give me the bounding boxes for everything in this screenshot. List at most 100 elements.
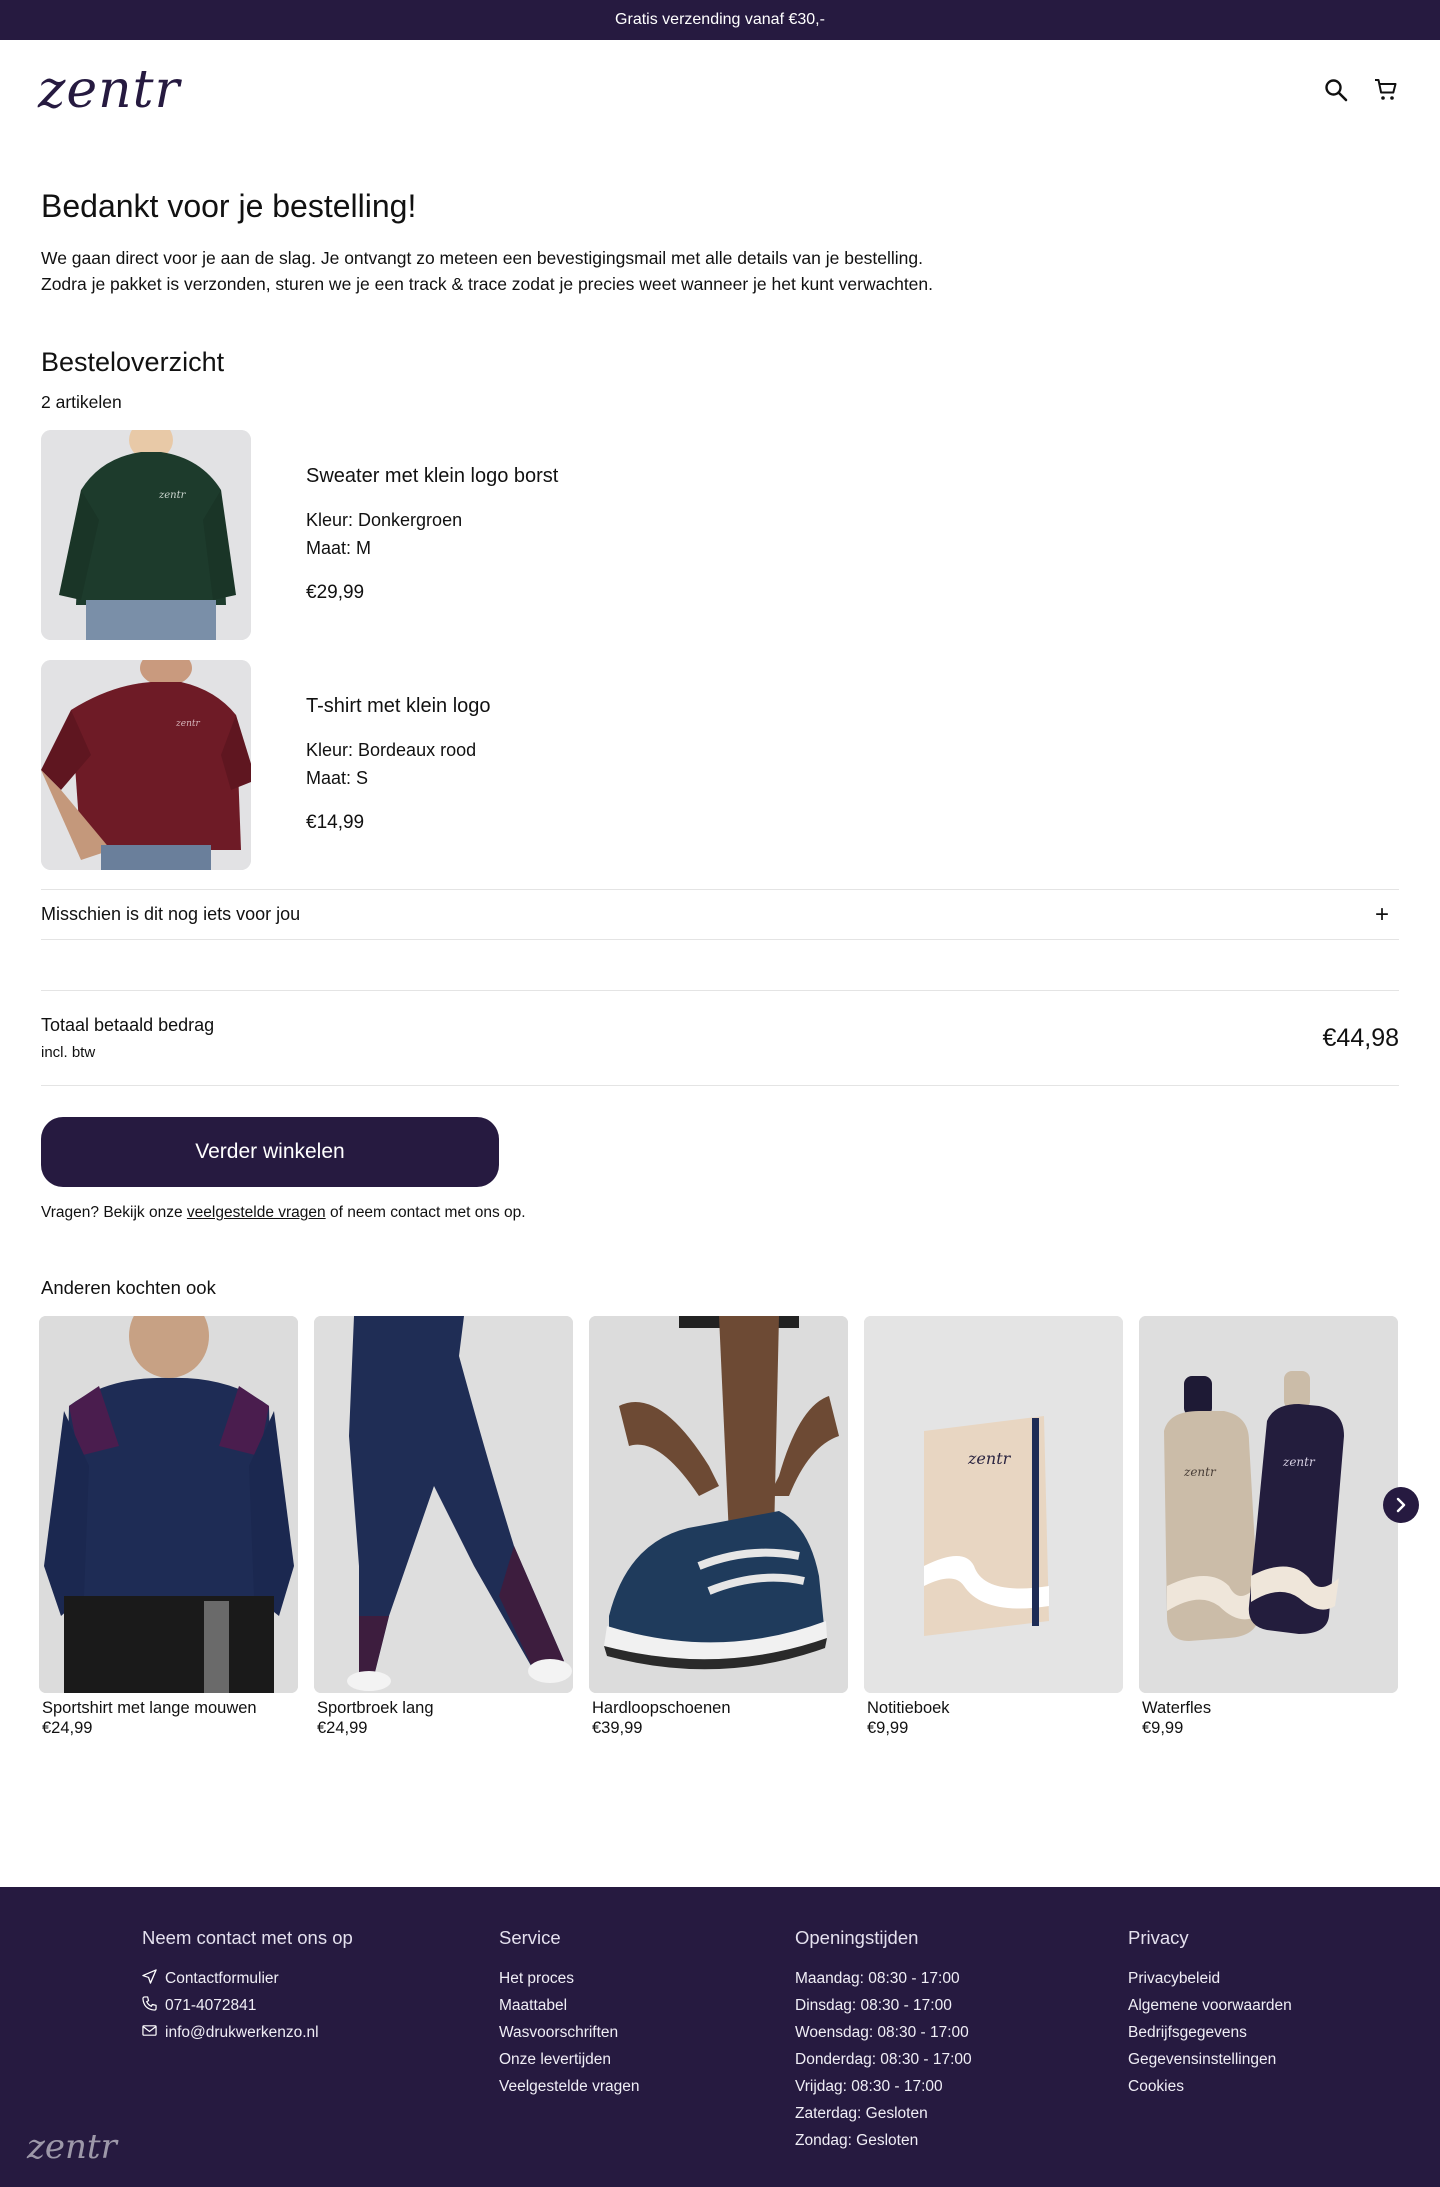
item-size: Maat: S xyxy=(306,768,369,788)
sweater-image: zentr xyxy=(41,429,251,640)
item-color: Kleur: Bordeaux rood xyxy=(306,740,477,760)
faq-text: Vragen? Bekijk onze veelgestelde vragen … xyxy=(41,1204,1399,1222)
product-image[interactable]: zentr xyxy=(864,1316,1123,1693)
footer-link[interactable]: Veelgestelde vragen xyxy=(499,2077,639,2104)
item-color: Kleur: Donkergroen xyxy=(306,510,463,530)
phone-icon xyxy=(142,1996,157,2011)
bottle-logo-text: zentr xyxy=(1282,1455,1316,1469)
footer-email[interactable]: info@drukwerkenzo.nl xyxy=(142,2023,353,2050)
total-label: Totaal betaald bedrag xyxy=(41,1015,215,1035)
recommendations-carousel: Sportshirt met lange mouwen €24,99 Sport… xyxy=(39,1316,1419,1738)
footer-contact-form[interactable]: Contactformulier xyxy=(142,1969,353,1996)
site-logo[interactable]: zentr xyxy=(38,64,180,116)
chevron-right-icon xyxy=(1396,1497,1406,1513)
product-card[interactable]: Sportbroek lang €24,99 xyxy=(314,1316,573,1738)
product-image[interactable] xyxy=(589,1316,848,1693)
product-price: €24,99 xyxy=(42,1719,93,1737)
footer-contact-title: Neem contact met ons op xyxy=(142,1927,353,1948)
product-price: €24,99 xyxy=(317,1719,368,1737)
footer-privacy-title: Privacy xyxy=(1128,1927,1189,1948)
cart-icon[interactable] xyxy=(1372,76,1400,104)
footer-link[interactable]: Het proces xyxy=(499,1969,639,1996)
sweater-logo-text: zentr xyxy=(158,490,187,501)
product-price: €39,99 xyxy=(592,1719,643,1737)
opening-hours-row: Donderdag: 08:30 - 17:00 xyxy=(795,2051,972,2068)
carousel-next-button[interactable] xyxy=(1383,1487,1419,1523)
order-item: zentr T-shirt met klein logo Kleur: Bord… xyxy=(41,659,1399,870)
continue-shopping-button[interactable]: Verder winkelen xyxy=(41,1117,499,1187)
faq-link[interactable]: veelgestelde vragen xyxy=(187,1204,326,1221)
faq-suffix: of neem contact met ons op. xyxy=(325,1204,526,1221)
contact-form-label[interactable]: Contactformulier xyxy=(165,1969,279,1989)
opening-hours-row: Zaterdag: Gesloten xyxy=(795,2105,928,2122)
announcement-text: Gratis verzending vanaf €30,- xyxy=(615,11,825,28)
footer-link[interactable]: Algemene voorwaarden xyxy=(1128,1996,1292,2023)
item-name: Sweater met klein logo borst xyxy=(306,465,559,487)
tshirt-image: zentr xyxy=(41,659,251,870)
item-details: T-shirt met klein logo Kleur: Bordeaux r… xyxy=(306,695,491,834)
total-amount: €44,98 xyxy=(1322,1023,1399,1052)
search-icon[interactable] xyxy=(1322,76,1350,104)
site-footer: Neem contact met ons op Contactformulier… xyxy=(0,1887,1440,2187)
bottle-logo-text: zentr xyxy=(1183,1465,1217,1479)
footer-hours: Openingstijden Maandag: 08:30 - 17:00 Di… xyxy=(795,1927,972,2158)
footer-link[interactable]: Gegevensinstellingen xyxy=(1128,2050,1292,2077)
accordion-label: Misschien is dit nog iets voor jou xyxy=(41,904,301,924)
footer-link[interactable]: Wasvoorschriften xyxy=(499,2023,639,2050)
product-card[interactable]: zentr zentr Waterfles €9,99 xyxy=(1139,1316,1398,1738)
upsell-accordion[interactable]: Misschien is dit nog iets voor jou + xyxy=(41,889,1399,940)
product-name: Waterfles xyxy=(1142,1699,1212,1717)
page-title: Bedankt voor je bestelling! xyxy=(41,188,417,224)
plus-icon[interactable]: + xyxy=(1375,902,1389,927)
product-name: Sportbroek lang xyxy=(317,1699,434,1717)
confirmation-text-2: Zodra je pakket is verzonden, sturen we … xyxy=(41,274,934,294)
site-header: zentr xyxy=(0,40,1440,140)
item-price: €29,99 xyxy=(306,582,365,603)
total-vat-note: incl. btw xyxy=(41,1044,96,1061)
main-content: Bedankt voor je bestelling! We gaan dire… xyxy=(0,188,1440,1738)
opening-hours-row: Vrijdag: 08:30 - 17:00 xyxy=(795,2078,943,2095)
product-card[interactable]: Sportshirt met lange mouwen €24,99 xyxy=(39,1316,298,1738)
item-price: €14,99 xyxy=(306,812,365,833)
order-item: zentr Sweater met klein logo borst Kleur… xyxy=(41,429,1399,640)
product-image[interactable] xyxy=(39,1316,298,1693)
email-label[interactable]: info@drukwerkenzo.nl xyxy=(165,2023,319,2043)
tshirt-logo-text: zentr xyxy=(175,719,200,729)
announcement-bar: Gratis verzending vanaf €30,- xyxy=(0,0,1440,40)
footer-privacy: Privacy Privacybeleid Algemene voorwaard… xyxy=(1128,1927,1292,2104)
footer-link[interactable]: Cookies xyxy=(1128,2077,1292,2104)
notebook-logo-text: zentr xyxy=(967,1449,1012,1468)
product-price: €9,99 xyxy=(1142,1719,1184,1737)
product-card[interactable]: Hardloopschoenen €39,99 xyxy=(589,1316,848,1738)
footer-contact: Neem contact met ons op Contactformulier… xyxy=(142,1927,353,2050)
item-count: 2 artikelen xyxy=(41,392,122,412)
item-name: T-shirt met klein logo xyxy=(306,695,491,717)
send-icon xyxy=(142,1969,157,1984)
confirmation-text-1: We gaan direct voor je aan de slag. Je o… xyxy=(41,248,924,268)
product-card[interactable]: zentr Notitieboek €9,99 xyxy=(864,1316,1123,1738)
recommendations-title: Anderen kochten ook xyxy=(41,1277,216,1298)
product-name: Hardloopschoenen xyxy=(592,1699,731,1717)
footer-hours-title: Openingstijden xyxy=(795,1927,919,1948)
product-name: Notitieboek xyxy=(867,1699,950,1717)
header-actions xyxy=(1322,76,1400,104)
footer-service: Service Het proces Maattabel Wasvoorschr… xyxy=(499,1927,639,2104)
footer-service-title: Service xyxy=(499,1927,561,1948)
opening-hours-row: Zondag: Gesloten xyxy=(795,2132,919,2149)
order-total: Totaal betaald bedrag incl. btw €44,98 xyxy=(41,991,1399,1086)
order-overview-title: Besteloverzicht xyxy=(41,347,225,377)
footer-phone[interactable]: 071-4072841 xyxy=(142,1996,353,2023)
footer-link[interactable]: Maattabel xyxy=(499,1996,639,2023)
product-image[interactable]: zentr zentr xyxy=(1139,1316,1398,1693)
footer-link[interactable]: Privacybeleid xyxy=(1128,1969,1292,1996)
product-price: €9,99 xyxy=(867,1719,909,1737)
product-name: Sportshirt met lange mouwen xyxy=(42,1699,257,1717)
footer-link[interactable]: Onze levertijden xyxy=(499,2050,639,2077)
mail-icon xyxy=(142,2025,157,2036)
item-details: Sweater met klein logo borst Kleur: Donk… xyxy=(306,465,558,604)
opening-hours-row: Woensdag: 08:30 - 17:00 xyxy=(795,2024,969,2041)
phone-label[interactable]: 071-4072841 xyxy=(165,1996,256,2016)
footer-link[interactable]: Bedrijfsgegevens xyxy=(1128,2023,1292,2050)
product-image[interactable] xyxy=(314,1316,573,1693)
footer-logo: zentr xyxy=(27,2127,117,2167)
